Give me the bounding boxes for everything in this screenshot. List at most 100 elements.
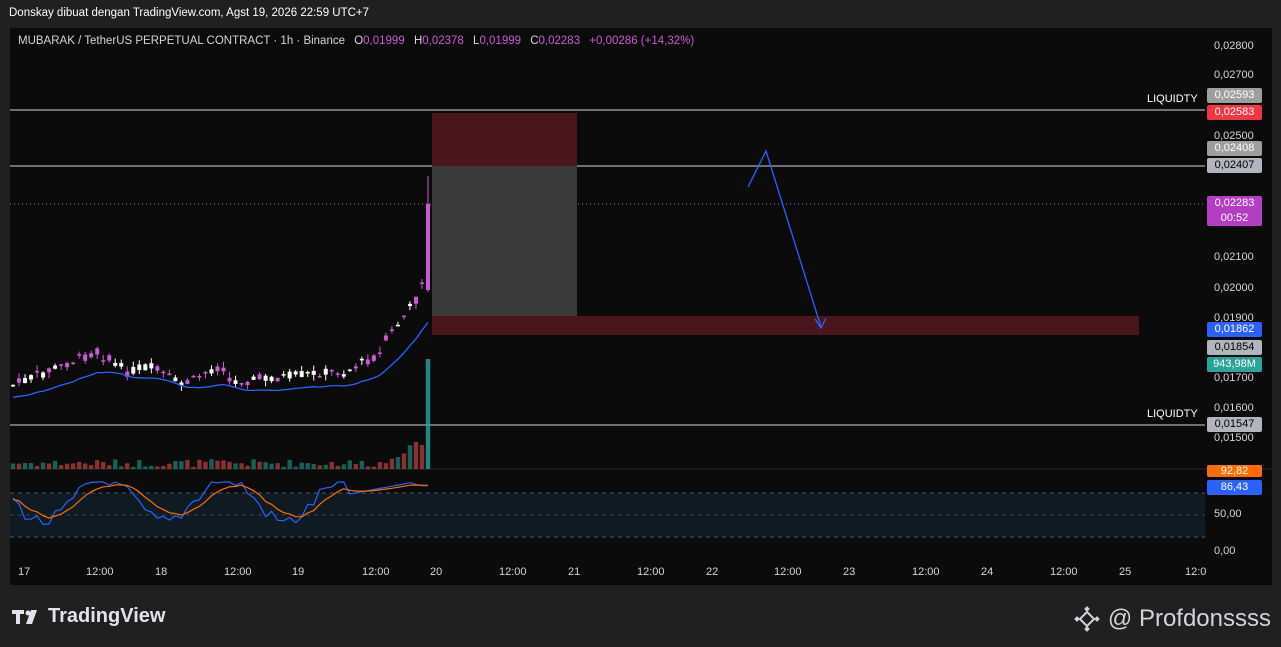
open-value: 0,01999 xyxy=(363,35,405,47)
candle-body xyxy=(23,378,28,384)
volume-bars xyxy=(10,359,431,469)
candle-body xyxy=(377,352,382,354)
candle-body xyxy=(89,353,94,358)
candle-body xyxy=(131,366,136,374)
projection-arrow[interactable] xyxy=(747,149,822,328)
volume-bar xyxy=(70,463,76,469)
volume-bar xyxy=(359,460,365,469)
volume-bar xyxy=(155,466,160,469)
tradingview-logo[interactable]: TradingView xyxy=(12,605,165,628)
candle-body xyxy=(107,355,112,361)
candle-body xyxy=(371,355,376,361)
symbol-title[interactable]: MUBARAK / TetherUS PERPETUAL CONTRACT · … xyxy=(18,35,345,47)
price-label: 0,02100 xyxy=(1214,251,1254,263)
time-label: 12:00 xyxy=(86,566,114,578)
time-label: 24 xyxy=(981,566,994,578)
volume-bar xyxy=(101,461,106,469)
volume-bar xyxy=(16,463,22,469)
time-label: 12:00 xyxy=(912,566,940,578)
demand-zone-tag[interactable]: 0,01854 xyxy=(1207,340,1262,355)
candle-body xyxy=(299,371,304,378)
time-label: 18 xyxy=(155,566,168,578)
volume-bar xyxy=(185,459,190,469)
candle-body xyxy=(323,368,328,375)
volume-bar xyxy=(383,463,389,469)
candle-body xyxy=(17,378,22,383)
volume-bar xyxy=(365,466,371,469)
candle-body xyxy=(155,366,160,371)
demand-zone[interactable] xyxy=(432,316,1139,335)
candle-body xyxy=(47,368,52,373)
volume-bar xyxy=(215,460,220,469)
liquidity-top-red-tag[interactable]: 0,02583 xyxy=(1207,105,1262,120)
current-price-tag[interactable]: 0,02283 xyxy=(1207,196,1262,210)
ma-value-tag[interactable]: 0,01862 xyxy=(1207,322,1262,337)
candle-body xyxy=(35,370,40,373)
volume-bar xyxy=(143,466,148,469)
volume-bar xyxy=(401,453,407,469)
candle-body xyxy=(269,376,274,382)
candle-body xyxy=(149,363,154,369)
volume-bar xyxy=(131,466,136,469)
time-label: 12:00 xyxy=(362,566,390,578)
rsi-label-0: 0,00 xyxy=(1214,545,1236,557)
volume-bar xyxy=(119,466,124,469)
entry-line-tag[interactable]: 0,02407 xyxy=(1207,158,1262,173)
candle-body xyxy=(287,371,292,379)
volume-bar xyxy=(425,359,431,469)
volume-bar xyxy=(203,461,208,469)
candle-body xyxy=(95,348,100,355)
candle-body xyxy=(83,354,88,361)
symbol-legend[interactable]: MUBARAK / TetherUS PERPETUAL CONTRACT · … xyxy=(18,35,694,47)
rsi-ma-tag: 92,82 xyxy=(1207,465,1262,477)
volume-bar xyxy=(221,460,226,469)
candles xyxy=(11,176,430,391)
change-value: +0,00286 (+14,32%) xyxy=(589,35,695,47)
price-label: 0,01600 xyxy=(1214,402,1254,414)
time-label: 12:00 xyxy=(224,566,252,578)
candle-body xyxy=(41,372,46,378)
stop-zone[interactable] xyxy=(432,113,577,166)
volume-bar xyxy=(233,463,238,469)
candle-body xyxy=(257,374,262,380)
chart-canvas[interactable] xyxy=(0,0,1281,647)
moving-average-line xyxy=(12,322,429,398)
candle-body xyxy=(426,204,430,290)
liquidity-top-tag[interactable]: 0,02593 xyxy=(1207,88,1262,103)
candle-body xyxy=(137,364,142,371)
liquidity-bottom-tag[interactable]: 0,01547 xyxy=(1207,417,1262,432)
candle-body xyxy=(413,296,418,304)
candle-countdown-tag: 00:52 xyxy=(1207,210,1262,226)
candle-body xyxy=(329,370,334,372)
candle-body xyxy=(113,362,118,366)
high-label: H xyxy=(413,35,423,47)
target-zone[interactable] xyxy=(432,166,577,316)
candle-body xyxy=(275,377,280,382)
volume-bar xyxy=(197,459,202,469)
entry-tag[interactable]: 0,02408 xyxy=(1207,141,1262,156)
volume-bar xyxy=(58,465,64,469)
liquidity-bottom-label[interactable]: LIQUIDTY xyxy=(1147,408,1198,420)
candle-body xyxy=(389,329,394,331)
time-label: 22 xyxy=(706,566,719,578)
volume-bar xyxy=(173,460,178,469)
time-label: 12:00 xyxy=(637,566,665,578)
candle-body xyxy=(251,376,256,380)
price-label: 0,01500 xyxy=(1214,432,1254,444)
volume-bar xyxy=(161,465,166,469)
candle-body xyxy=(101,360,106,362)
candle-body xyxy=(197,376,202,378)
candle-body xyxy=(419,282,424,285)
price-label: 0,02700 xyxy=(1214,69,1254,81)
volume-bar xyxy=(275,463,280,469)
volume-bar xyxy=(413,442,419,469)
candle-body xyxy=(209,369,214,374)
candle-body xyxy=(407,303,412,307)
volume-bar xyxy=(82,463,88,469)
candle-body xyxy=(335,373,340,375)
volume-bar xyxy=(293,466,298,469)
rsi-value-tag: 86,43 xyxy=(1207,480,1262,495)
volume-bar xyxy=(263,462,268,469)
liquidity-top-label[interactable]: LIQUIDTY xyxy=(1147,93,1198,105)
candle-body xyxy=(173,377,178,382)
